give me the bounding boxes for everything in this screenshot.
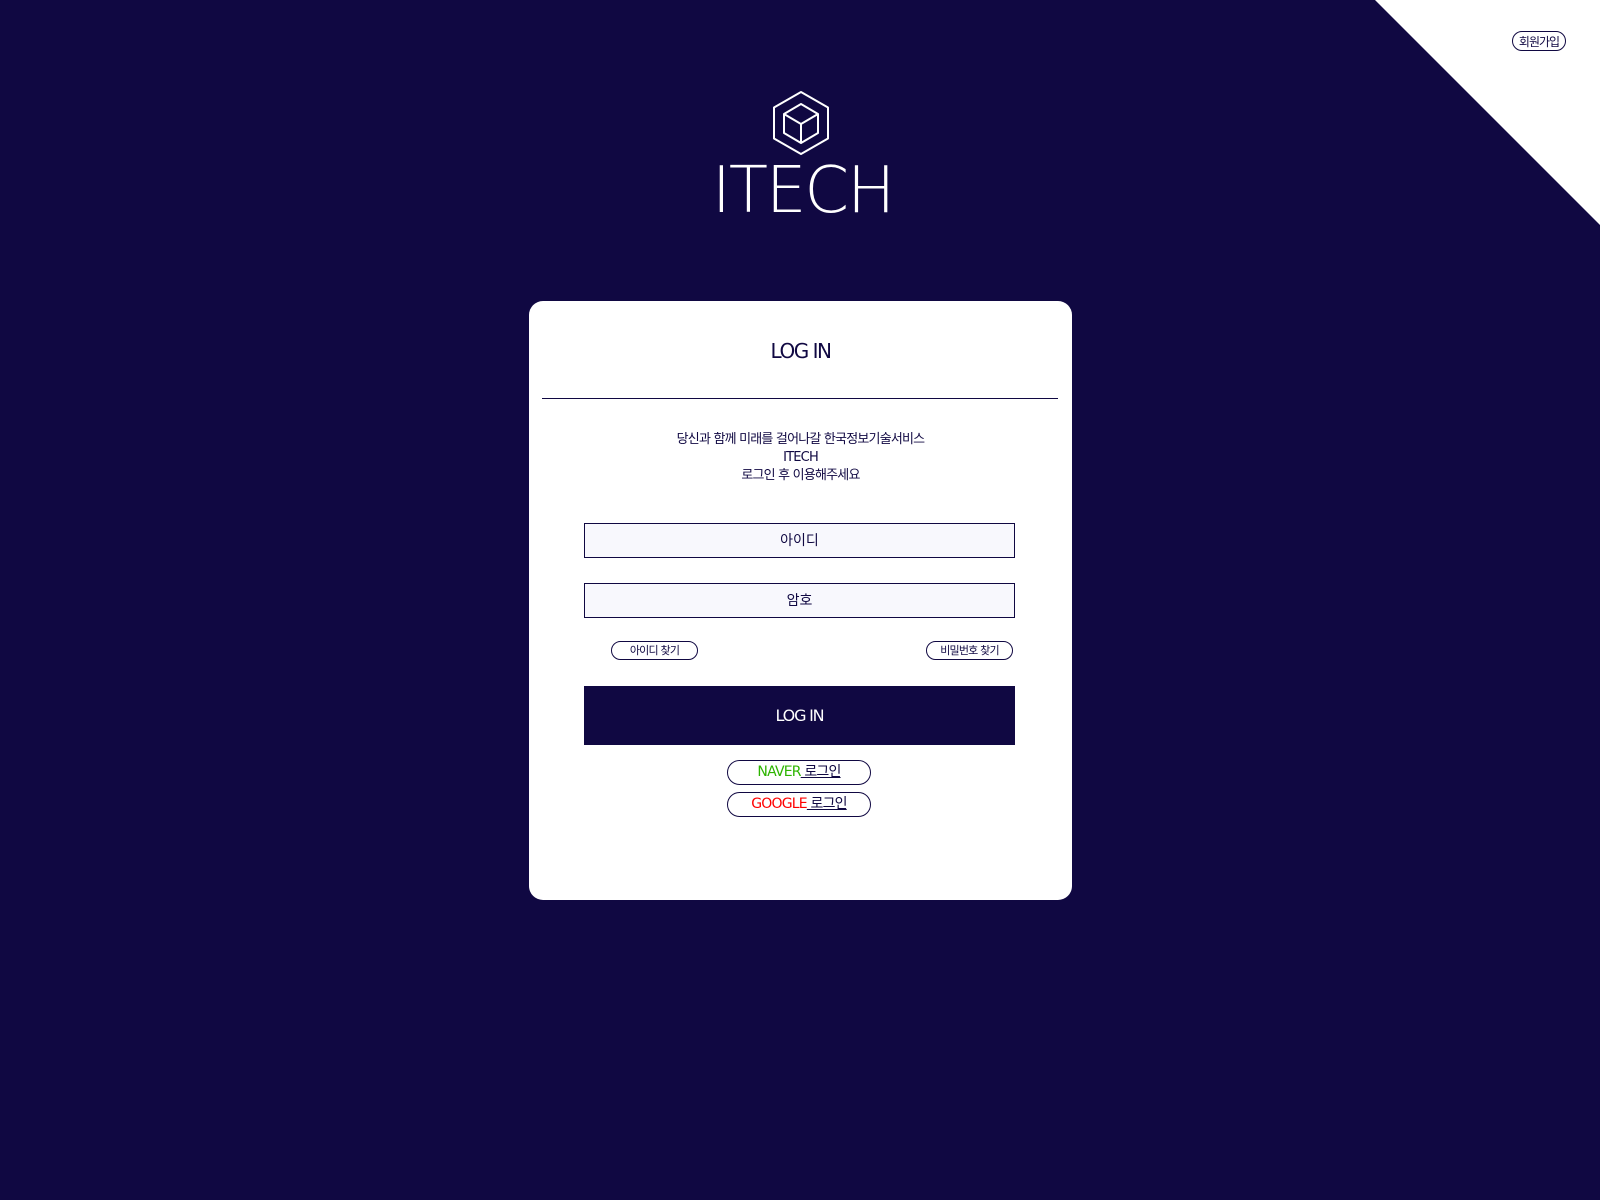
google-login-suffix: 로그인 [806,796,847,812]
naver-login-button[interactable]: NAVER 로그인 [727,760,871,785]
naver-brand-label: NAVER [757,764,801,780]
message-line: 당신과 함께 미래를 걸어나갈 한국정보기술서비스 [676,432,926,447]
welcome-message: 당신과 함께 미래를 걸어나갈 한국정보기술서비스 ITECH 로그인 후 이용… [529,431,1072,485]
find-password-button[interactable]: 비밀번호 찾기 [926,641,1013,660]
message-line: 로그인 후 이용해주세요 [741,468,860,483]
message-line: ITECH [783,450,819,465]
signup-button[interactable]: 회원가입 [1512,31,1566,51]
id-input[interactable] [584,523,1015,558]
password-input[interactable] [584,583,1015,618]
itech-logo: ITECH [700,90,900,226]
cube-hexagon-icon [773,91,829,155]
naver-login-suffix: 로그인 [800,764,841,780]
login-card: LOG IN 당신과 함께 미래를 걸어나갈 한국정보기술서비스 ITECH 로… [529,301,1072,900]
title-divider [542,398,1058,399]
brand-wordmark: ITECH [712,154,895,228]
find-id-button[interactable]: 아이디 찾기 [611,641,698,660]
login-title: LOG IN [770,339,832,363]
corner-decoration [1375,0,1600,225]
login-submit-button[interactable]: LOG IN [584,686,1015,745]
google-brand-label: GOOGLE [751,796,807,812]
google-login-button[interactable]: GOOGLE 로그인 [727,792,871,817]
